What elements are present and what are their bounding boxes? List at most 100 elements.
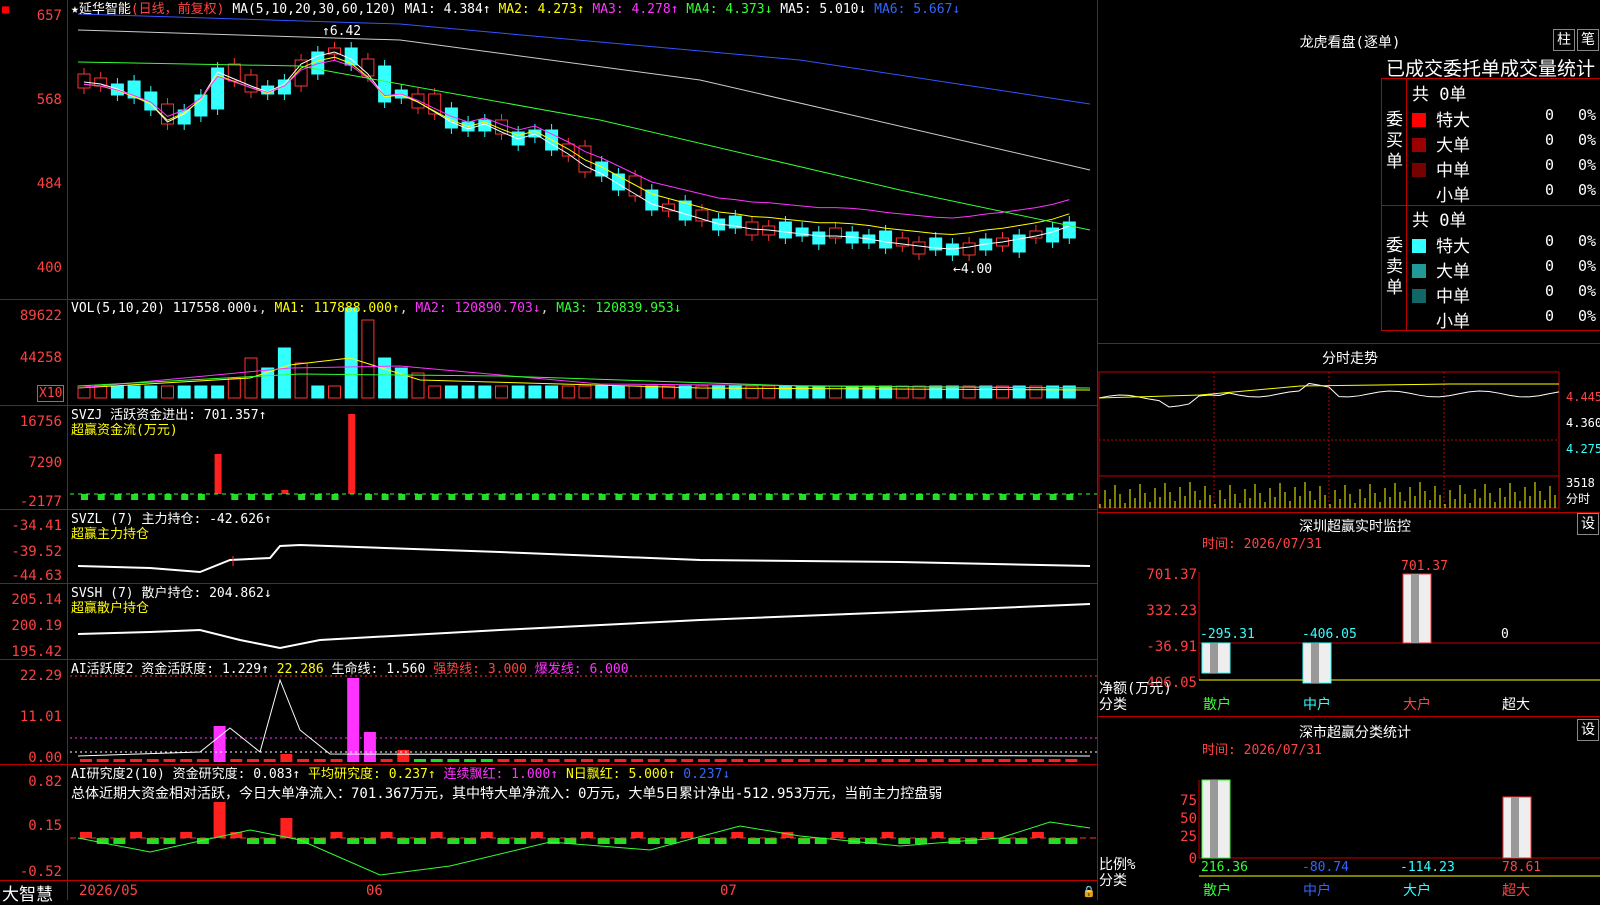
money-flow-bar <box>548 494 556 500</box>
money-flow-bar <box>732 494 740 500</box>
money-flow-bar <box>1032 494 1040 500</box>
monitor-settings-button[interactable]: 设 <box>1577 513 1599 535</box>
stock-name[interactable]: 延华智能 <box>79 2 131 17</box>
volume-bar <box>595 385 609 399</box>
activity-bar <box>681 759 694 762</box>
activity-bar <box>581 759 593 762</box>
period-label: (日线，前复权) <box>130 2 225 17</box>
volume-bar <box>328 385 341 399</box>
lock-icon[interactable]: 🔒 <box>1082 884 1096 899</box>
svzj-header: SVZJ 活跃资金进出: 701.357↑ <box>71 408 267 423</box>
money-flow-bar <box>1016 494 1024 500</box>
research-bar <box>931 832 944 838</box>
research-bar <box>998 838 1011 844</box>
ma1-value: MA1: 4.384↑ <box>404 2 491 17</box>
classify-bar-shade <box>1511 797 1519 858</box>
classify-bar-shade <box>1210 780 1218 858</box>
buy-row-1: 大单 <box>1412 131 1470 156</box>
ma-header: ★延华智能(日线，前复权) MA(5,10,20,30,60,120) MA1:… <box>71 2 960 17</box>
color-swatch-icon <box>1412 163 1426 177</box>
money-flow-bar <box>398 494 406 500</box>
money-flow-bar <box>999 494 1007 500</box>
vol-tick: 89622 <box>19 308 62 324</box>
research-bar <box>530 832 543 838</box>
buy-order-label: 委买单 <box>1386 110 1403 172</box>
research-bar <box>247 838 259 844</box>
classify-tick: 0 <box>1188 851 1197 867</box>
ma4-value: MA4: 4.373↓ <box>686 2 773 17</box>
volume-bar <box>411 372 425 399</box>
activity-bar <box>497 759 510 762</box>
volume-bar <box>611 385 625 399</box>
money-flow-bar <box>181 494 189 500</box>
activity-bar <box>631 759 644 762</box>
sell-row-2: 中单 <box>1412 282 1470 307</box>
monitor-tick: 332.23 <box>1146 603 1197 619</box>
volume-bar <box>528 385 542 399</box>
volume-bar <box>495 385 508 399</box>
volume-bar <box>662 385 675 399</box>
ai-res-tick: -0.52 <box>19 864 62 880</box>
activity-bar <box>480 759 493 762</box>
classify-xlabel: 分类 <box>1099 873 1127 889</box>
ai-res-header: AI研究度2(10) 资金研究度: 0.083↑ 平均研究度: 0.237↑ 连… <box>71 767 731 782</box>
classify-value-label: 78.61 <box>1502 860 1542 875</box>
activity-bar <box>714 759 727 762</box>
bar-view-button[interactable]: 柱 <box>1553 29 1575 51</box>
research-bar <box>898 838 911 844</box>
research-bar <box>714 838 727 844</box>
kline-chart-canvas[interactable] <box>0 0 1600 900</box>
money-flow-bar <box>298 494 306 500</box>
volume-bar <box>161 385 174 399</box>
fenshi-title: 分时走势 <box>1322 351 1378 367</box>
volume-bar <box>829 385 842 399</box>
svzj-subtitle: 超赢资金流(万元) <box>71 423 178 438</box>
money-flow-bar <box>966 494 974 500</box>
high-price-mark: ↑6.42 <box>322 24 362 39</box>
date-tick-may: 2026/05 <box>79 883 139 899</box>
order-percent: 0% <box>1578 131 1597 149</box>
volume-bar <box>845 385 859 399</box>
activity-bar <box>130 759 143 762</box>
order-size-label: 中单 <box>1436 161 1470 181</box>
activity-bar <box>363 732 376 762</box>
svzj-tick: -2177 <box>19 494 62 510</box>
activity-bar <box>280 754 293 762</box>
research-bar <box>497 838 510 844</box>
activity-bar <box>931 759 944 762</box>
money-flow-bar <box>648 494 656 500</box>
money-flow-bar <box>916 494 923 500</box>
classify-settings-button[interactable]: 设 <box>1577 719 1599 741</box>
activity-bar <box>1065 759 1078 762</box>
money-flow-bar <box>531 494 539 500</box>
svzj-tick: 7290 <box>28 455 62 471</box>
candle-body <box>912 241 926 255</box>
money-flow-bar <box>481 494 489 500</box>
tick-view-button[interactable]: 笔 <box>1577 29 1599 51</box>
activity-bar <box>948 759 961 762</box>
research-bar <box>397 838 410 844</box>
money-flow-bar <box>682 494 690 500</box>
money-flow-bar <box>164 494 172 500</box>
activity-bar <box>330 759 343 762</box>
activity-bar <box>80 759 92 762</box>
ai2-header: AI活跃度2 资金活跃度: 1.229↑ 22.286 生命线: 1.560 强… <box>71 662 629 677</box>
activity-bar <box>313 759 326 762</box>
monitor-cat-label: 中户 <box>1303 697 1331 713</box>
candle-body <box>77 73 91 89</box>
money-flow-bar <box>932 494 940 500</box>
candle-body <box>645 189 659 211</box>
money-flow-bar <box>865 494 873 500</box>
money-flow-bar <box>749 494 756 500</box>
activity-bar <box>196 759 209 762</box>
volume-bar <box>628 385 642 399</box>
order-size-label: 大单 <box>1436 262 1470 282</box>
volume-bar <box>895 385 909 399</box>
volume-bar <box>962 385 976 399</box>
monitor-value-label: 701.37 <box>1401 559 1448 574</box>
order-percent: 0% <box>1578 282 1597 300</box>
order-percent: 0% <box>1578 232 1597 250</box>
volume-bar <box>945 385 959 399</box>
money-flow-bar <box>314 494 322 500</box>
money-flow-bar <box>448 494 456 500</box>
